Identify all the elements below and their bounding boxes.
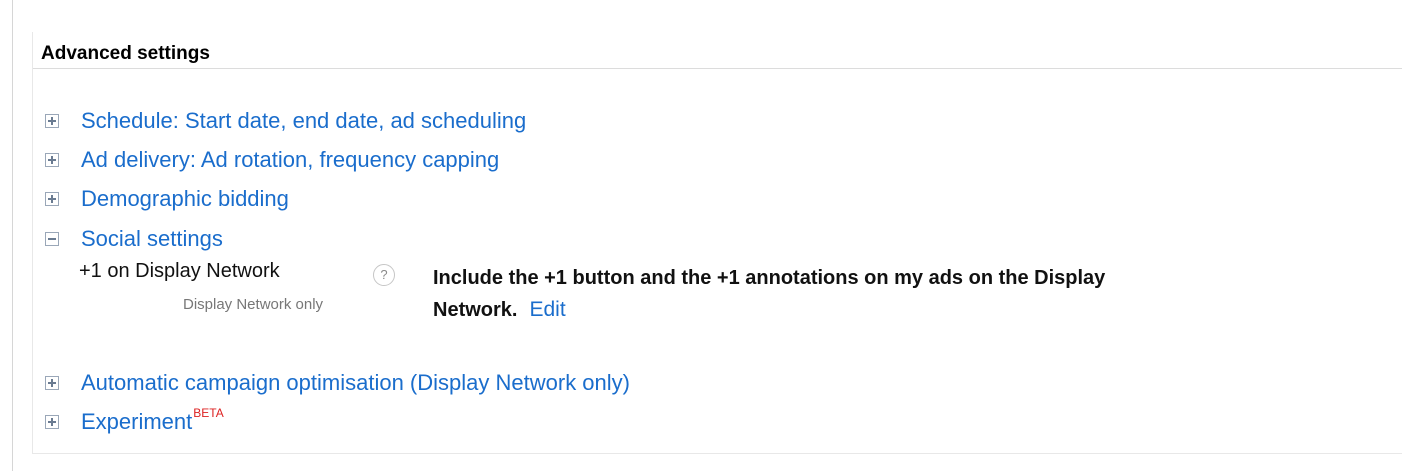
section-social[interactable]: Social settings (45, 224, 223, 254)
beta-badge: BETA (193, 405, 224, 420)
section-ad-delivery[interactable]: Ad delivery: Ad rotation, frequency capp… (45, 145, 499, 175)
section-schedule[interactable]: Schedule: Start date, end date, ad sched… (45, 106, 526, 136)
demographic-bidding-link[interactable]: Demographic bidding (81, 186, 289, 212)
experiment-link[interactable]: ExperimentBETA (81, 405, 224, 435)
panel-title: Advanced settings (41, 43, 210, 64)
help-icon[interactable]: ? (373, 264, 395, 286)
advanced-settings-panel: Advanced settings Schedule: Start date, … (32, 32, 1402, 454)
setting-description: Include the +1 button and the +1 annotat… (433, 262, 1383, 326)
expand-icon[interactable] (45, 114, 59, 128)
expand-icon[interactable] (45, 153, 59, 167)
section-experiment[interactable]: ExperimentBETA (45, 405, 224, 437)
experiment-label[interactable]: Experiment (81, 409, 192, 434)
panel-header: Advanced settings (33, 32, 1402, 69)
section-demographic[interactable]: Demographic bidding (45, 184, 289, 214)
schedule-link[interactable]: Schedule: Start date, end date, ad sched… (81, 108, 526, 134)
ad-delivery-link[interactable]: Ad delivery: Ad rotation, frequency capp… (81, 147, 499, 173)
setting-subtext: Display Network only (183, 296, 324, 313)
collapse-icon[interactable] (45, 232, 59, 246)
description-line-2: Network. (433, 299, 518, 321)
expand-icon[interactable] (45, 415, 59, 429)
edit-link[interactable]: Edit (529, 298, 565, 321)
description-line-1: Include the +1 button and the +1 annotat… (433, 267, 1106, 289)
section-automatic-optimisation[interactable]: Automatic campaign optimisation (Display… (45, 368, 630, 398)
automatic-optimisation-link[interactable]: Automatic campaign optimisation (Display… (81, 370, 630, 396)
social-settings-link[interactable]: Social settings (81, 226, 223, 252)
description-line-2-wrap: Network. Edit (433, 294, 1383, 326)
expand-icon[interactable] (45, 192, 59, 206)
setting-name: +1 on Display Network (79, 260, 280, 282)
left-border (12, 0, 13, 471)
expand-icon[interactable] (45, 376, 59, 390)
